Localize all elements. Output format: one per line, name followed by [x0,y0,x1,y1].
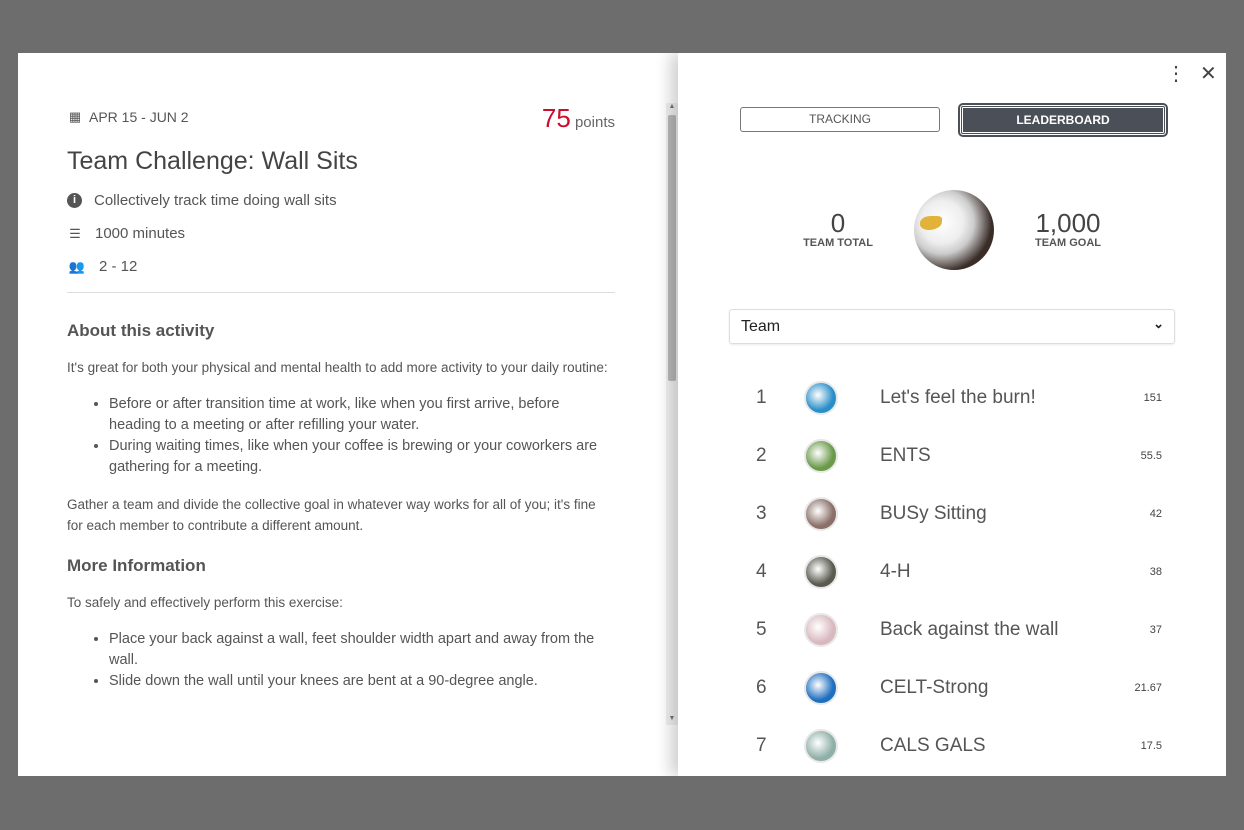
scrollbar[interactable]: ▲ ▼ [666,103,678,725]
team-size-row: 👥 2 - 12 [68,258,138,275]
leaderboard-row[interactable]: 5 Back against the wall 37 [748,601,1168,659]
calendar-icon: ▦ [68,109,82,124]
team-avatar [804,555,838,589]
team-name: Let's feel the burn! [880,387,1036,408]
points: 75 points [541,103,615,133]
description-row: i Collectively track time doing wall sits [67,192,615,209]
rank: 2 [756,445,767,466]
activity-title: Team Challenge: Wall Sits [67,147,358,175]
team-score: 38 [1149,566,1162,578]
team-avatar [804,613,838,647]
scroll-down-icon[interactable]: ▼ [666,715,678,725]
more-heading: More Information [67,556,206,575]
about-heading: About this activity [67,321,215,340]
about-intro: It's great for both your physical and me… [67,360,608,375]
close-icon[interactable]: ✕ [1200,61,1217,86]
team-score: 42 [1149,508,1162,520]
team-name: Back against the wall [880,619,1059,640]
leaderboard-row[interactable]: 6 CELT-Strong 21.67 [748,659,1168,717]
activity-details-panel: ▦ APR 15 - JUN 2 75 points Team Challenge… [18,53,678,776]
date-range: ▦ APR 15 - JUN 2 [68,109,189,125]
team-score: 17.5 [1140,740,1162,752]
team-avatar [804,671,838,705]
rank: 4 [756,561,767,582]
more-list: Place your back against a wall, feet sho… [67,629,615,692]
team-avatar [914,190,994,270]
team-avatar [804,439,838,473]
rank: 5 [756,619,767,640]
info-icon: i [67,193,82,208]
leaderboard-row[interactable]: 1 Let's feel the burn! 151 [748,369,1168,427]
team-score: 37 [1149,624,1162,636]
rank: 3 [756,503,767,524]
team-score: 151 [1143,392,1162,404]
team-name: CALS GALS [880,735,986,756]
team-name: CELT-Strong [880,677,989,698]
rank: 1 [756,387,767,408]
leaderboard-row[interactable]: 4 4-H 38 [748,543,1168,601]
leaderboard-filter-select[interactable]: Team ⌄ [729,309,1175,344]
leaderboard-row[interactable]: 3 BUSy Sitting 42 [748,485,1168,543]
team-name: 4-H [880,561,911,582]
team-score: 55.5 [1140,450,1162,462]
leaderboard-panel: ⋮ ✕ TRACKING LEADERBOARD 0 TEAM TOTAL 1,0… [678,53,1226,776]
scroll-up-icon[interactable]: ▲ [666,103,678,113]
about-outro: Gather a team and divide the collective … [67,497,596,533]
team-avatar [804,381,838,415]
scrollbar-thumb[interactable] [668,115,676,381]
leaderboard-row[interactable]: 7 CALS GALS 17.5 [748,717,1168,775]
rank: 7 [756,735,767,756]
team-goal: 1,000 TEAM GOAL [1035,208,1101,249]
more-options-icon[interactable]: ⋮ [1166,61,1186,86]
team-total: 0 TEAM TOTAL [803,208,873,249]
team-score: 21.67 [1134,682,1162,694]
chevron-down-icon: ⌄ [1153,316,1164,331]
team-avatar [804,497,838,531]
rank: 6 [756,677,767,698]
checklist-icon: ☰ [69,225,81,241]
about-list: Before or after transition time at work,… [67,394,615,478]
goal-row: ☰ 1000 minutes [67,225,615,242]
more-intro: To safely and effectively perform this e… [67,595,343,610]
users-icon: 👥 [68,258,86,274]
tab-leaderboard[interactable]: LEADERBOARD [958,103,1168,137]
team-name: BUSy Sitting [880,503,987,524]
divider [67,292,615,293]
activity-modal: ▦ APR 15 - JUN 2 75 points Team Challenge… [18,53,1226,776]
team-name: ENTS [880,445,931,466]
team-avatar [804,729,838,763]
leaderboard-row[interactable]: 2 ENTS 55.5 [748,427,1168,485]
tab-tracking[interactable]: TRACKING [740,107,940,132]
